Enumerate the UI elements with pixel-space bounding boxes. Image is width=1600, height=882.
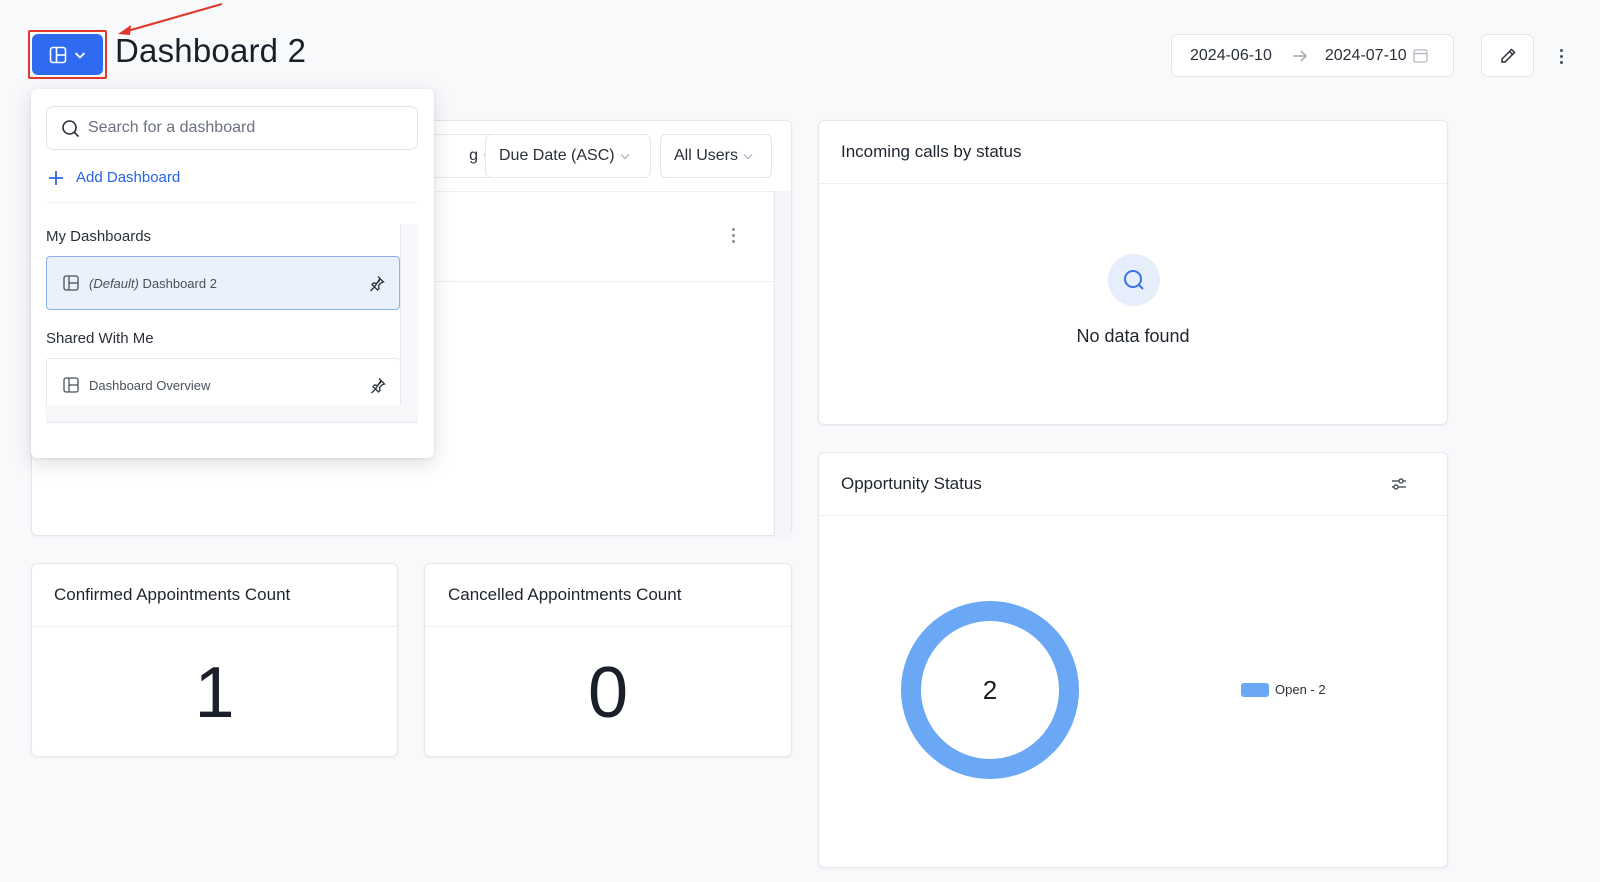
card-title: Cancelled Appointments Count [448,585,682,604]
dashboard-dropdown: Search for a dashboard Add Dashboard My … [31,89,434,458]
legend-label-open: Open - 2 [1275,682,1326,697]
section-heading-shared: Shared With Me [46,330,154,347]
dashboard-switcher-button[interactable] [32,34,103,75]
cancelled-appointments-card: Cancelled Appointments Count 0 [424,563,792,757]
dashboard-item-default[interactable]: (Default) Dashboard 2 [46,256,400,310]
layout-icon [49,46,67,64]
card-title: Incoming calls by status [841,142,1022,161]
layout-icon [63,377,79,393]
date-end[interactable]: 2024-07-10 [1325,47,1407,65]
legend-swatch-open [1241,682,1269,697]
card-title: Confirmed Appointments Count [54,585,291,604]
metric-value: 0 [587,653,629,733]
edit-button[interactable] [1481,34,1534,77]
donut-chart: 2 [901,601,1079,779]
filter-status-label: g [469,147,478,164]
search-placeholder: Search for a dashboard [88,119,256,136]
sort-dropdown[interactable]: Due Date (ASC) [485,134,651,178]
pin-icon[interactable] [369,377,386,394]
page-title: Dashboard 2 [115,32,307,69]
more-options-button[interactable] [1550,44,1572,68]
chevron-down-icon [743,154,753,160]
card-title: Opportunity Status [841,474,982,493]
sort-label: Due Date (ASC) [499,147,615,164]
chevron-down-icon [73,48,87,62]
search-icon [1108,254,1160,306]
default-tag: (Default) [89,275,139,291]
donut-center-value: 2 [983,675,997,705]
date-range-picker[interactable]: 2024-06-10 2024-07-10 [1171,34,1454,77]
layout-icon [63,275,79,291]
confirmed-appointments-card: Confirmed Appointments Count 1 [31,563,398,757]
date-start[interactable]: 2024-06-10 [1190,47,1272,65]
metric-value: 1 [194,653,235,733]
filter-settings-icon[interactable] [1390,475,1408,498]
pin-icon[interactable] [368,275,385,292]
dashboard-item-label: Dashboard 2 [142,275,217,291]
card-divider [425,626,791,627]
dashboard-item-label: Dashboard Overview [89,377,211,393]
users-filter-label: All Users [674,147,739,164]
row-more-icon[interactable] [732,228,735,243]
users-filter-dropdown[interactable]: All Users [660,134,772,178]
plus-icon [48,170,64,186]
arrow-right-icon [1292,49,1308,63]
dropdown-divider [46,202,418,203]
dropdown-scroll-track [46,405,418,423]
dashboard-item-overview[interactable]: Dashboard Overview [46,358,400,412]
scrollbar[interactable] [774,191,791,537]
opportunity-status-card: Opportunity Status 2 Open - 2 [818,452,1448,868]
pencil-icon [1499,47,1517,65]
chart-legend: Open - 2 [1241,682,1326,697]
card-divider [819,515,1447,516]
add-dashboard-label: Add Dashboard [76,169,181,186]
incoming-calls-card: Incoming calls by status No data found [818,120,1448,425]
dropdown-scrollbar[interactable] [400,224,418,422]
add-dashboard-button[interactable]: Add Dashboard [48,169,180,186]
chevron-down-icon [620,154,630,160]
card-divider [819,183,1447,184]
section-heading-my-dashboards: My Dashboards [46,228,152,245]
card-divider [32,626,397,627]
calendar-icon [1413,48,1428,63]
search-icon [61,119,80,138]
empty-state-text: No data found [1076,326,1190,346]
dashboard-search-input[interactable]: Search for a dashboard [46,106,418,150]
